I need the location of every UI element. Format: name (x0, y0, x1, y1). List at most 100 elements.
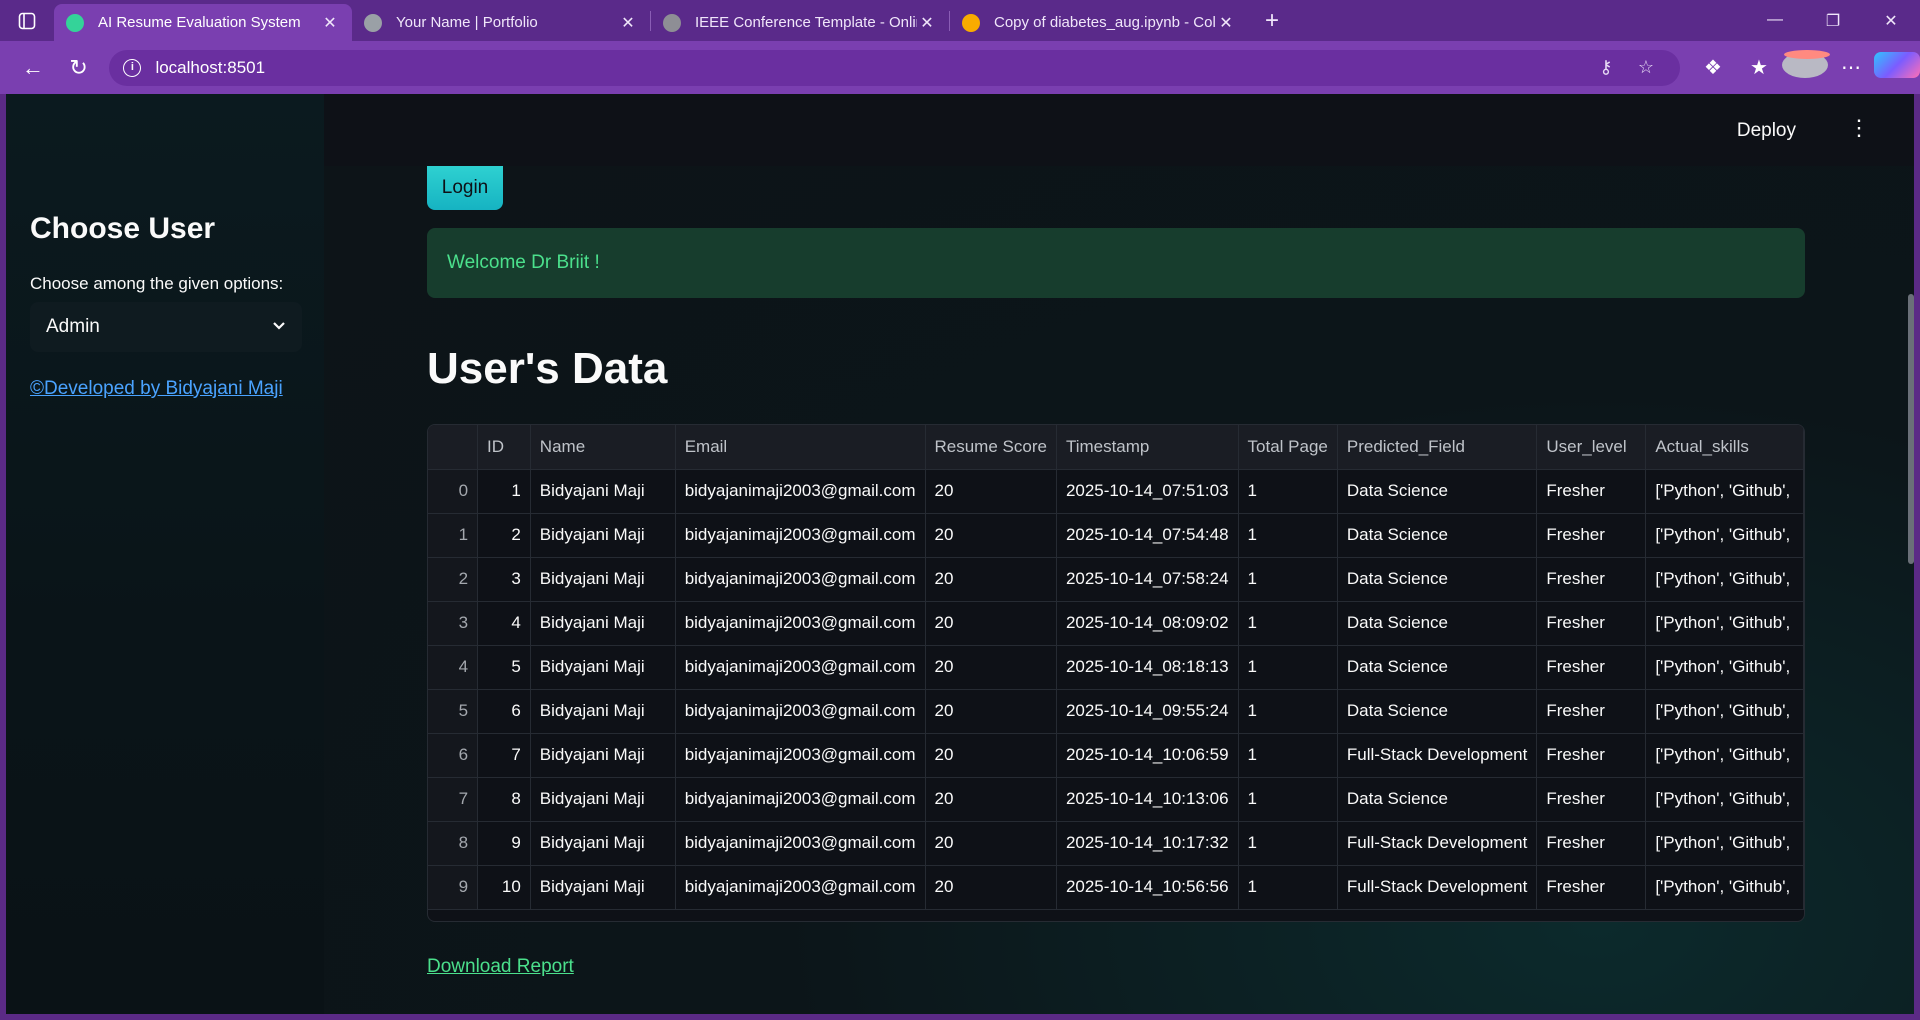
table-column-header[interactable]: User_level (1536, 425, 1647, 470)
new-tab-button[interactable]: + (1252, 7, 1292, 35)
refresh-button[interactable]: ↻ (56, 50, 102, 86)
table-cell[interactable]: ['Python', 'Github', (1645, 865, 1804, 910)
table-cell[interactable]: bidyajanimaji2003@gmail.com (675, 645, 926, 690)
table-cell[interactable]: bidyajanimaji2003@gmail.com (675, 513, 926, 558)
table-cell[interactable]: Fresher (1536, 557, 1647, 602)
table-cell[interactable]: 1 (1238, 777, 1338, 822)
tab-close-icon[interactable]: ✕ (1216, 13, 1236, 33)
table-cell[interactable]: ['Python', 'Github', (1645, 513, 1804, 558)
table-cell[interactable]: 2025-10-14_10:56:56 (1056, 865, 1239, 910)
table-cell[interactable]: Data Science (1337, 557, 1538, 602)
table-row[interactable]: 5 6 Bidyajani Maji bidyajanimaji2003@gmail.… (428, 689, 1804, 734)
table-column-header[interactable]: Name (530, 425, 676, 470)
deploy-button[interactable]: Deploy (1737, 120, 1796, 142)
table-row[interactable]: 9 10 Bidyajani Maji bidyajanimaji2003@gmail… (428, 865, 1804, 910)
user-data-table[interactable]: ID Name Email Resume Score Timestamp Total Pa… (427, 424, 1805, 922)
table-cell[interactable]: bidyajanimaji2003@gmail.com (675, 557, 926, 602)
table-column-header[interactable]: Timestamp (1056, 425, 1239, 470)
table-cell[interactable]: 1 (1238, 469, 1338, 514)
table-cell[interactable]: 20 (925, 865, 1057, 910)
developer-link[interactable]: ©Developed by Bidyajani Maji (30, 378, 283, 400)
table-cell[interactable]: 4 (477, 601, 531, 646)
table-row[interactable]: 8 9 Bidyajani Maji bidyajanimaji2003@gmail.… (428, 821, 1804, 866)
row-index-cell[interactable]: 4 (428, 645, 479, 690)
table-column-header[interactable]: Resume Score (925, 425, 1057, 470)
table-cell[interactable]: 2025-10-14_09:55:24 (1056, 689, 1239, 734)
scrollbar[interactable] (1908, 294, 1914, 564)
table-cell[interactable]: ['Python', 'Github', (1645, 469, 1804, 514)
table-cell[interactable]: 20 (925, 733, 1057, 778)
table-cell[interactable]: Bidyajani Maji (530, 513, 676, 558)
row-index-cell[interactable]: 1 (428, 513, 479, 558)
table-cell[interactable]: Bidyajani Maji (530, 821, 676, 866)
table-cell[interactable]: Fresher (1536, 469, 1647, 514)
browser-tab[interactable]: Your Name | Portfolio ✕ (352, 4, 650, 41)
table-row[interactable]: 4 5 Bidyajani Maji bidyajanimaji2003@gmail.… (428, 645, 1804, 690)
table-cell[interactable]: Fresher (1536, 777, 1647, 822)
row-index-cell[interactable]: 9 (428, 865, 479, 910)
extensions-icon[interactable]: ❖ (1690, 55, 1736, 80)
table-cell[interactable]: Fresher (1536, 733, 1647, 778)
table-column-header[interactable]: Total Page (1238, 425, 1338, 470)
table-cell[interactable]: ['Python', 'Github', (1645, 821, 1804, 866)
table-cell[interactable]: 2025-10-14_07:54:48 (1056, 513, 1239, 558)
url-text[interactable]: localhost:8501 (155, 58, 1586, 78)
table-cell[interactable]: 10 (477, 865, 531, 910)
table-cell[interactable]: Data Science (1337, 601, 1538, 646)
table-cell[interactable]: 3 (477, 557, 531, 602)
table-cell[interactable]: 1 (1238, 821, 1338, 866)
key-icon[interactable]: ⚷ (1586, 57, 1626, 78)
table-column-header[interactable]: Actual_skills (1645, 425, 1804, 470)
table-cell[interactable]: 2025-10-14_10:13:06 (1056, 777, 1239, 822)
more-menu-icon[interactable]: ⋯ (1828, 55, 1874, 80)
table-cell[interactable]: Data Science (1337, 645, 1538, 690)
main-menu-icon[interactable]: ⋮ (1848, 114, 1870, 142)
table-cell[interactable]: Bidyajani Maji (530, 733, 676, 778)
table-cell[interactable]: Bidyajani Maji (530, 865, 676, 910)
table-cell[interactable]: ['Python', 'Github', (1645, 645, 1804, 690)
row-index-cell[interactable]: 3 (428, 601, 479, 646)
table-cell[interactable]: Full-Stack Development (1337, 733, 1538, 778)
table-cell[interactable]: bidyajanimaji2003@gmail.com (675, 601, 926, 646)
table-cell[interactable]: 20 (925, 821, 1057, 866)
browser-tab[interactable]: AI Resume Evaluation System ✕ (54, 4, 352, 41)
table-cell[interactable]: ['Python', 'Github', (1645, 557, 1804, 602)
url-bar[interactable]: i localhost:8501 ⚷ ☆ (109, 49, 1680, 86)
table-cell[interactable]: 1 (1238, 645, 1338, 690)
table-cell[interactable]: ['Python', 'Github', (1645, 733, 1804, 778)
tab-close-icon[interactable]: ✕ (917, 13, 937, 33)
table-cell[interactable]: bidyajanimaji2003@gmail.com (675, 733, 926, 778)
table-cell[interactable]: 1 (1238, 733, 1338, 778)
favorites-icon[interactable]: ★ (1736, 55, 1782, 80)
table-cell[interactable]: Full-Stack Development (1337, 865, 1538, 910)
table-cell[interactable]: Full-Stack Development (1337, 821, 1538, 866)
back-button[interactable]: ← (10, 50, 56, 86)
site-info-icon[interactable]: i (123, 58, 142, 77)
table-cell[interactable]: 2025-10-14_10:06:59 (1056, 733, 1239, 778)
table-cell[interactable]: 2025-10-14_07:51:03 (1056, 469, 1239, 514)
table-row[interactable]: 0 1 Bidyajani Maji bidyajanimaji2003@gmail.… (428, 469, 1804, 514)
table-cell[interactable]: 20 (925, 645, 1057, 690)
tab-close-icon[interactable]: ✕ (320, 13, 340, 33)
table-row[interactable]: 6 7 Bidyajani Maji bidyajanimaji2003@gmail.… (428, 733, 1804, 778)
table-cell[interactable]: Bidyajani Maji (530, 601, 676, 646)
row-index-cell[interactable]: 5 (428, 689, 479, 734)
table-column-header[interactable] (428, 425, 479, 470)
table-cell[interactable]: 20 (925, 689, 1057, 734)
table-cell[interactable]: ['Python', 'Github', (1645, 601, 1804, 646)
table-cell[interactable]: Fresher (1536, 513, 1647, 558)
table-cell[interactable]: Fresher (1536, 821, 1647, 866)
row-index-cell[interactable]: 8 (428, 821, 479, 866)
table-cell[interactable]: 6 (477, 689, 531, 734)
copilot-button[interactable] (1874, 51, 1920, 84)
table-cell[interactable]: 9 (477, 821, 531, 866)
browser-tab[interactable]: Copy of diabetes_aug.ipynb - Cola ✕ (950, 4, 1248, 41)
table-row[interactable]: 1 2 Bidyajani Maji bidyajanimaji2003@gmail.… (428, 513, 1804, 558)
table-cell[interactable]: 7 (477, 733, 531, 778)
table-cell[interactable]: 2025-10-14_08:09:02 (1056, 601, 1239, 646)
table-cell[interactable]: 20 (925, 513, 1057, 558)
table-cell[interactable]: Fresher (1536, 601, 1647, 646)
table-cell[interactable]: 2025-10-14_08:18:13 (1056, 645, 1239, 690)
tab-actions-button[interactable] (0, 0, 54, 41)
table-cell[interactable]: 1 (1238, 865, 1338, 910)
